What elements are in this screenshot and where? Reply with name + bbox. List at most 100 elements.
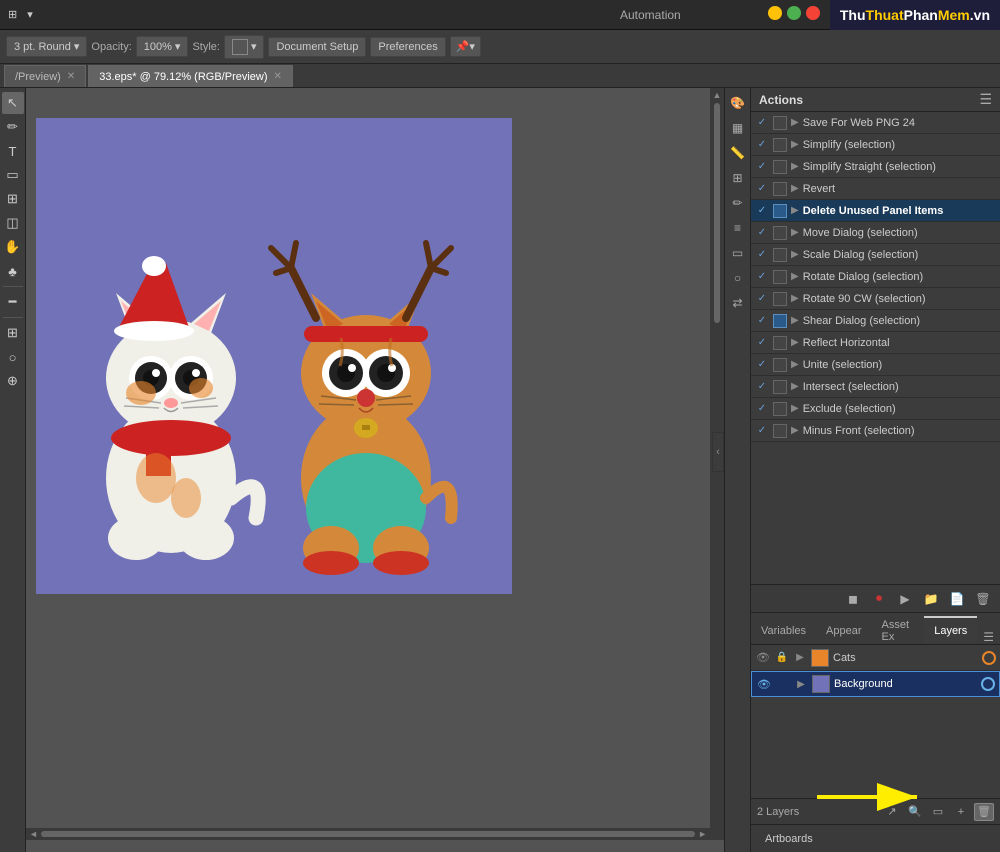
draw-tool[interactable]: ✏	[2, 116, 24, 138]
scroll-right-btn[interactable]: ►	[698, 829, 707, 839]
shape-tool[interactable]: ▭	[2, 164, 24, 186]
type-tool[interactable]: T	[2, 140, 24, 162]
close-btn[interactable]	[806, 6, 820, 20]
circle-icon[interactable]: ○	[727, 267, 749, 289]
action-item-8[interactable]: ✓ ▶ Rotate 90 CW (selection)	[751, 288, 1000, 310]
tab-appear[interactable]: Appear	[816, 616, 871, 644]
layer-item-background[interactable]: 👁 ▶ Background	[751, 671, 1000, 697]
grid-icon[interactable]: ⊞	[727, 167, 749, 189]
canvas-area: ‹	[26, 88, 724, 852]
layer-thumb-bg	[812, 675, 830, 693]
name-14: Minus Front (selection)	[803, 425, 996, 437]
tab-0[interactable]: /Preview) ✕	[4, 65, 86, 87]
layer-lock-bg[interactable]	[776, 677, 790, 691]
name-3: Revert	[803, 183, 996, 195]
tab-0-close[interactable]: ✕	[67, 71, 75, 82]
layer-delete-btn[interactable]: 🗑	[974, 803, 994, 821]
action-item-0[interactable]: ✓ ▶ Save For Web PNG 24	[751, 112, 1000, 134]
action-delete-btn[interactable]: 🗑	[972, 589, 994, 609]
artboards-tab[interactable]: Artboards	[757, 826, 821, 852]
check-8: ✓	[755, 292, 769, 306]
check-5: ✓	[755, 226, 769, 240]
box-12	[773, 380, 787, 394]
action-item-9[interactable]: ✓ ▶ Shear Dialog (selection)	[751, 310, 1000, 332]
swap-icon[interactable]: ⇄	[727, 292, 749, 314]
action-item-4[interactable]: ✓ ▶ Delete Unused Panel Items	[751, 200, 1000, 222]
horizontal-scrollbar[interactable]: ◄ ►	[26, 828, 710, 840]
action-item-5[interactable]: ✓ ▶ Move Dialog (selection)	[751, 222, 1000, 244]
grid-tool[interactable]: ⊞	[2, 188, 24, 210]
brush-size-selector[interactable]: 3 pt. Round ▾	[6, 36, 87, 57]
clover-tool[interactable]: ♣	[2, 260, 24, 282]
action-item-12[interactable]: ✓ ▶ Intersect (selection)	[751, 376, 1000, 398]
check-12: ✓	[755, 380, 769, 394]
name-2: Simplify Straight (selection)	[803, 161, 996, 173]
action-item-7[interactable]: ✓ ▶ Rotate Dialog (selection)	[751, 266, 1000, 288]
select-tool[interactable]: ↖	[2, 92, 24, 114]
layer-expand-bg[interactable]: ▶	[794, 677, 808, 691]
layer-visibility-cats[interactable]: 👁	[755, 650, 771, 666]
action-item-6[interactable]: ✓ ▶ Scale Dialog (selection)	[751, 244, 1000, 266]
action-record-btn[interactable]: ⏺	[868, 589, 890, 609]
layers-icon[interactable]: ▦	[727, 117, 749, 139]
zoom-tool[interactable]: ⊕	[2, 370, 24, 392]
action-new-set-btn[interactable]: 📁	[920, 589, 942, 609]
app-menu-down[interactable]: ▾	[27, 8, 33, 21]
layer-visibility-bg[interactable]: 👁	[756, 676, 772, 692]
app-menu-window[interactable]: ⊞	[8, 8, 17, 21]
layer-expand-cats[interactable]: ▶	[793, 651, 807, 665]
action-item-10[interactable]: ✓ ▶ Reflect Horizontal	[751, 332, 1000, 354]
actions-panel-menu[interactable]: ☰	[979, 91, 992, 108]
style-selector[interactable]: ▾	[224, 35, 265, 59]
layer-new-btn[interactable]: +	[951, 803, 971, 821]
box-5	[773, 226, 787, 240]
action-item-11[interactable]: ✓ ▶ Unite (selection)	[751, 354, 1000, 376]
action-item-1[interactable]: ✓ ▶ Simplify (selection)	[751, 134, 1000, 156]
circle-tool[interactable]: ○	[2, 346, 24, 368]
brand-thu: Thu	[840, 7, 866, 23]
panel-tab-menu[interactable]: ☰	[977, 630, 1000, 644]
style-label: Style:	[192, 41, 220, 53]
scroll-up-btn[interactable]: ▲	[713, 90, 722, 100]
ruler-icon[interactable]: 📏	[727, 142, 749, 164]
tab-variables[interactable]: Variables	[751, 616, 816, 644]
h-scrollbar-thumb[interactable]	[41, 831, 695, 837]
tab-layers-label: Layers	[934, 625, 967, 637]
action-item-3[interactable]: ✓ ▶ Revert	[751, 178, 1000, 200]
opacity-arrow: ▾	[175, 40, 181, 53]
action-item-14[interactable]: ✓ ▶ Minus Front (selection)	[751, 420, 1000, 442]
action-item-13[interactable]: ✓ ▶ Exclude (selection)	[751, 398, 1000, 420]
brush-icon[interactable]: ✏	[727, 192, 749, 214]
action-item-2[interactable]: ✓ ▶ Simplify Straight (selection)	[751, 156, 1000, 178]
stroke-tool[interactable]: ━	[2, 291, 24, 313]
align-icon[interactable]: ≡	[727, 217, 749, 239]
document-setup-btn[interactable]: Document Setup	[268, 37, 366, 57]
layer-item-cats[interactable]: 👁 🔒 ▶ Cats	[751, 645, 1000, 671]
opacity-selector[interactable]: 100% ▾	[136, 36, 189, 57]
tab-asset-ex[interactable]: Asset Ex	[872, 616, 925, 644]
arrow-11: ▶	[791, 359, 799, 370]
box-6	[773, 248, 787, 262]
action-new-btn[interactable]: 📄	[946, 589, 968, 609]
maximize-btn[interactable]	[787, 6, 801, 20]
minimize-btn[interactable]	[768, 6, 782, 20]
color-picker-icon[interactable]: 🎨	[727, 92, 749, 114]
v-scrollbar-thumb[interactable]	[714, 103, 720, 323]
action-play-btn[interactable]: ▶	[894, 589, 916, 609]
hand-tool[interactable]: ✋	[2, 236, 24, 258]
collapse-right-panel[interactable]: ‹	[712, 432, 724, 472]
scroll-left-btn[interactable]: ◄	[29, 829, 38, 839]
tab-1-close[interactable]: ✕	[274, 71, 282, 82]
box-13	[773, 402, 787, 416]
preferences-btn[interactable]: Preferences	[370, 37, 445, 57]
tab-1[interactable]: 33.eps* @ 79.12% (RGB/Preview) ✕	[88, 65, 293, 87]
tab-layers[interactable]: Layers	[924, 616, 977, 644]
gradient-tool[interactable]: ◫	[2, 212, 24, 234]
pin-btn[interactable]: 📌▾	[450, 36, 481, 57]
move-tool[interactable]: ⊞	[2, 322, 24, 344]
canvas-bg	[36, 118, 512, 594]
action-stop-btn[interactable]: ◼	[842, 589, 864, 609]
rect-icon[interactable]: ▭	[727, 242, 749, 264]
layer-lock-cats[interactable]: 🔒	[775, 651, 789, 665]
arrow-4: ▶	[791, 205, 799, 216]
